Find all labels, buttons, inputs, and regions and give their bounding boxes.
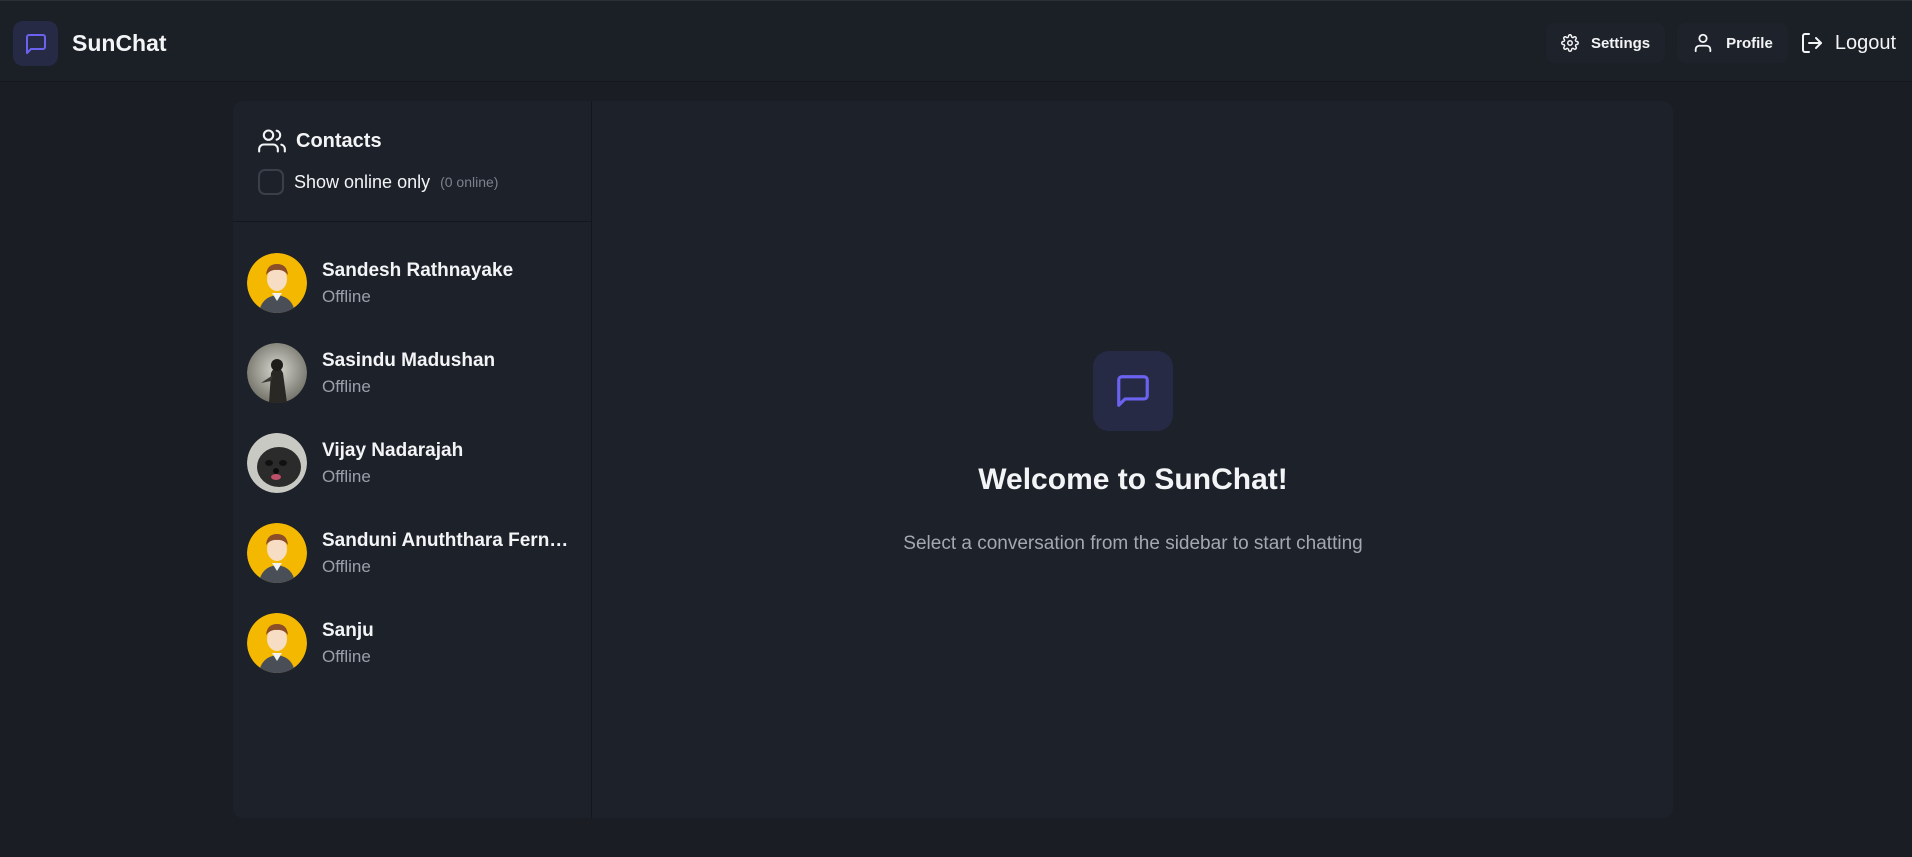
online-count: (0 online): [440, 174, 499, 190]
welcome-panel: Welcome to SunChat! Select a conversatio…: [593, 101, 1673, 818]
contact-status: Offline: [322, 286, 371, 306]
message-square-icon: [13, 21, 58, 66]
top-navbar: SunChat Settings Profile Logout: [0, 0, 1912, 82]
welcome-subtitle: Select a conversation from the sidebar t…: [903, 533, 1363, 554]
contact-name: Sandesh Rathnayake: [322, 259, 514, 281]
contact-name: Vijay Nadarajah: [322, 439, 464, 461]
logout-label: Logout: [1834, 31, 1896, 54]
contact-info: Sandesh Rathnayake Offline: [322, 260, 513, 307]
user-icon: [1694, 33, 1712, 53]
default-avatar: [247, 253, 307, 313]
chat-container: Contacts Show online only (0 online) San…: [233, 101, 1673, 818]
sidebar-header: Contacts Show online only (0 online): [233, 101, 591, 222]
logout-icon: [1801, 33, 1822, 53]
contact-item[interactable]: Sanduni Anuththara Fernando Offline: [233, 508, 591, 598]
show-online-checkbox[interactable]: [258, 169, 284, 195]
online-filter: Show online only (0 online): [258, 169, 566, 195]
contact-list: Sandesh Rathnayake Offline Sasindu Madus…: [233, 222, 591, 688]
settings-button[interactable]: Settings: [1545, 23, 1666, 63]
contact-info: Sanduni Anuththara Fernando Offline: [322, 530, 577, 577]
contact-name: Sanju: [322, 619, 374, 641]
contact-info: Sanju Offline: [322, 620, 374, 667]
contact-item[interactable]: Sandesh Rathnayake Offline: [233, 238, 591, 328]
users-icon: [258, 129, 286, 153]
contact-status: Offline: [322, 646, 371, 666]
contact-status: Offline: [322, 376, 371, 396]
show-online-label[interactable]: Show online only: [294, 172, 430, 193]
contact-item[interactable]: Sanju Offline: [233, 598, 591, 688]
profile-button[interactable]: Profile: [1677, 23, 1788, 63]
contact-item[interactable]: Vijay Nadarajah Offline: [233, 418, 591, 508]
contact-info: Sasindu Madushan Offline: [322, 350, 495, 397]
dog-photo-avatar: [247, 433, 307, 493]
contacts-sidebar: Contacts Show online only (0 online) San…: [233, 101, 592, 818]
contact-info: Vijay Nadarajah Offline: [322, 440, 463, 487]
welcome-title: Welcome to SunChat!: [978, 463, 1288, 496]
contact-name: Sanduni Anuththara Fernando: [322, 529, 577, 551]
photo-avatar: [247, 343, 307, 403]
gear-icon: [1561, 34, 1579, 52]
contacts-title: Contacts: [258, 127, 566, 155]
logout-button[interactable]: Logout: [1800, 31, 1896, 55]
nav-actions: Settings Profile Logout: [1534, 23, 1896, 63]
brand[interactable]: SunChat: [13, 21, 167, 66]
default-avatar: [247, 613, 307, 673]
settings-label: Settings: [1590, 34, 1651, 52]
contact-name: Sasindu Madushan: [322, 349, 496, 371]
default-avatar: [247, 523, 307, 583]
contact-status: Offline: [322, 466, 371, 486]
contact-status: Offline: [322, 556, 371, 576]
message-square-icon: [1093, 351, 1173, 431]
contact-item[interactable]: Sasindu Madushan Offline: [233, 328, 591, 418]
contacts-title-text: Contacts: [296, 129, 382, 152]
profile-label: Profile: [1726, 34, 1773, 52]
brand-name: SunChat: [72, 30, 167, 56]
